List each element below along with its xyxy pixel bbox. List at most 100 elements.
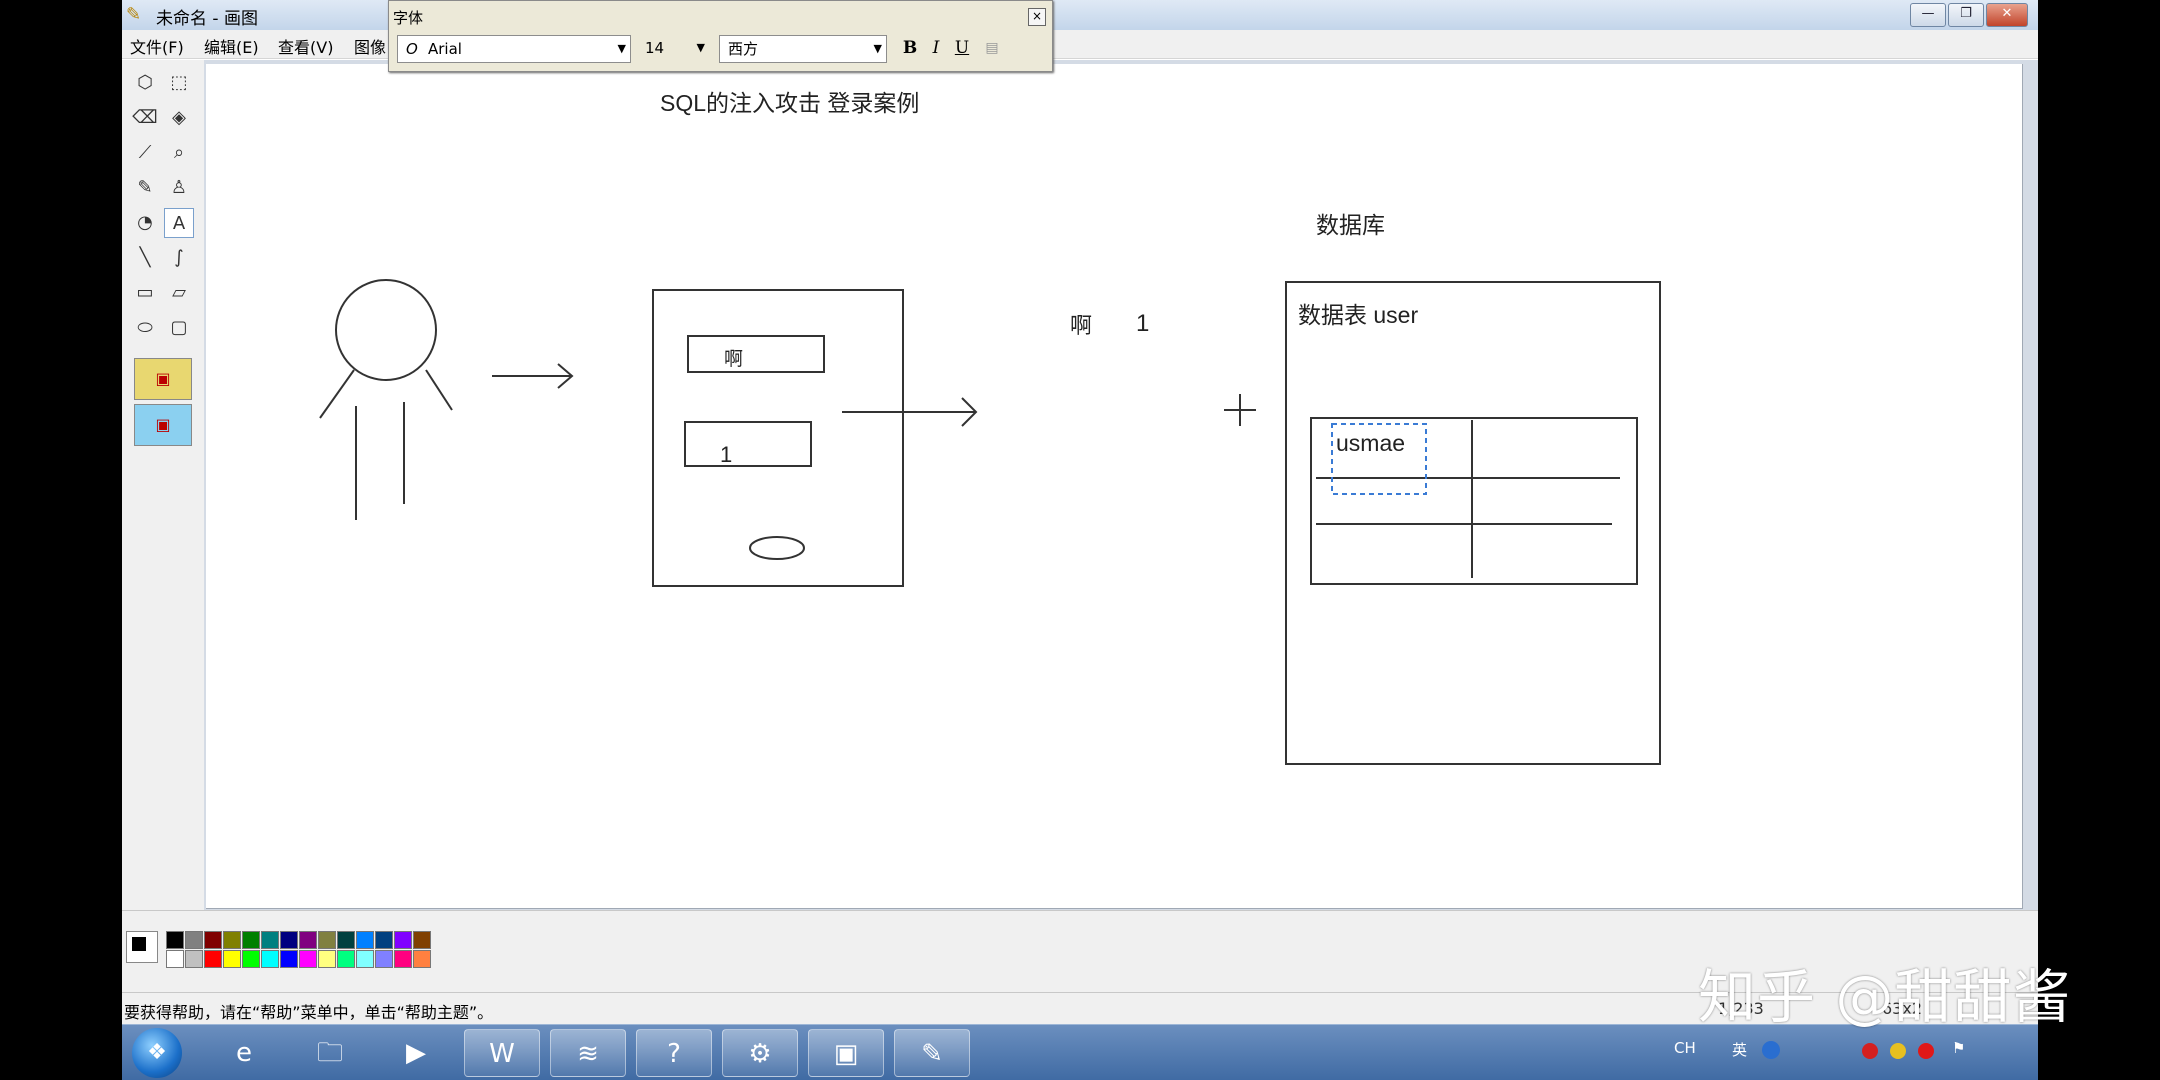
help-app-icon[interactable]: ? [636,1029,712,1077]
person-right-arm [425,369,453,411]
table-cell-text[interactable]: usmae [1336,430,1405,457]
palette-swatch[interactable] [375,950,393,968]
pencil-icon[interactable]: ✎ [130,173,160,203]
font-size-select[interactable]: 14 ▼ [637,35,709,61]
palette-swatch[interactable] [318,950,336,968]
palette-swatch[interactable] [394,950,412,968]
explorer-icon[interactable]: 🗀 [292,1029,368,1077]
menu-image[interactable]: 图像 [354,34,386,58]
person-head [335,279,437,381]
eraser-icon[interactable]: ⌫ [130,103,160,133]
dolphin-app-icon[interactable]: ≋ [550,1029,626,1077]
line-icon[interactable]: ╲ [130,243,160,273]
vertical-text-icon[interactable]: ▤ [981,37,1003,59]
font-name-select[interactable]: O Arial ▼ [397,35,631,63]
restore-button[interactable]: ❐ [1948,3,1984,27]
palette-swatch[interactable] [204,931,222,949]
palette-swatch[interactable] [223,950,241,968]
palette-swatch[interactable] [356,950,374,968]
font-toolbar: 字体 × O Arial ▼ 14 ▼ 西方 ▼ B I U ▤ [388,0,1053,72]
ellipse-icon[interactable]: ⬭ [130,313,160,343]
polygon-icon[interactable]: ⏥ [164,278,194,308]
brush-icon[interactable]: ♙ [164,173,194,203]
palette-swatch[interactable] [375,931,393,949]
sent-password-text: 1 [1136,310,1150,337]
palette-swatch[interactable] [242,950,260,968]
menu-view[interactable]: 查看(V) [278,34,333,58]
transparent-option-icon[interactable]: ▣ [134,358,192,400]
minimize-button[interactable]: — [1910,3,1946,27]
curve-icon[interactable]: ∫ [164,243,194,273]
paint-window: ✎ 未命名 - 画图 — ❐ ✕ 文件(F) 编辑(E) 查看(V) 图像 ⬡ ⬚… [122,0,2038,1080]
font-toolbar-close-button[interactable]: × [1028,8,1046,26]
text-icon[interactable]: A [164,208,194,238]
font-type-icon: O [406,40,418,58]
table-label: 数据表 user [1298,302,1419,328]
opaque-option-icon[interactable]: ▣ [134,404,192,446]
eyedropper-icon[interactable]: ⟋ [130,138,160,168]
palette-swatch[interactable] [299,931,317,949]
menu-edit[interactable]: 编辑(E) [204,34,259,58]
chevron-down-icon: ▼ [696,41,705,54]
palette-swatch[interactable] [185,931,203,949]
yellow-tray-icon[interactable] [1890,1043,1906,1059]
palette-swatch[interactable] [280,950,298,968]
database-label: 数据库 [1316,212,1385,238]
underline-button[interactable]: U [951,37,973,59]
flag-tray-icon[interactable]: ⚑ [1952,1039,1965,1057]
window-title: 未命名 - 画图 [156,9,258,29]
palette-swatch[interactable] [223,931,241,949]
close-button[interactable]: ✕ [1986,3,2028,27]
palette-swatch[interactable] [242,931,260,949]
tray-ime[interactable]: 英 [1732,1039,1747,1060]
username-input-box [687,335,825,373]
red-tray-icon[interactable] [1862,1043,1878,1059]
palette-swatch[interactable] [299,950,317,968]
record-tray-icon[interactable] [1918,1043,1934,1059]
paint-app-icon[interactable]: ✎ [894,1029,970,1077]
palette-swatch[interactable] [318,931,336,949]
help-tray-icon[interactable] [1762,1041,1780,1059]
rectangle-icon[interactable]: ▭ [130,278,160,308]
palette-swatch[interactable] [166,931,184,949]
palette-swatch[interactable] [185,950,203,968]
rect-select-icon[interactable]: ⬚ [164,68,194,98]
remote-desktop-icon[interactable]: ▣ [808,1029,884,1077]
font-size-value: 14 [645,39,665,57]
menu-file[interactable]: 文件(F) [130,34,184,58]
status-help-text: 要获得帮助，请在“帮助”菜单中，单击“帮助主题”。 [124,1003,494,1022]
font-name-value: Arial [428,40,462,58]
palette-swatch[interactable] [261,931,279,949]
palette-swatch[interactable] [337,931,355,949]
media-player-icon[interactable]: ▶ [378,1029,454,1077]
canvas-area: SQL的注入攻击 登录案例 数据库 数据表 user 啊 1 啊 1 usmae [204,60,2038,910]
settings-app-icon[interactable]: ⚙ [722,1029,798,1077]
font-script-select[interactable]: 西方 ▼ [719,35,887,63]
palette-swatch[interactable] [280,931,298,949]
drawing-svg [319,279,1661,765]
free-select-icon[interactable]: ⬡ [130,68,160,98]
airbrush-icon[interactable]: ◔ [130,208,160,238]
palette-swatch[interactable] [413,950,431,968]
sent-username-text: 啊 [1070,313,1093,338]
fill-bucket-icon[interactable]: ◈ [164,103,194,133]
palette-swatch[interactable] [337,950,355,968]
bold-button[interactable]: B [899,37,921,59]
ie-icon[interactable]: e [206,1029,282,1077]
current-colors[interactable] [126,931,158,963]
tray-language[interactable]: CH [1674,1039,1696,1057]
drawing-canvas[interactable]: SQL的注入攻击 登录案例 数据库 数据表 user 啊 1 啊 1 usmae [206,64,2023,909]
italic-button[interactable]: I [925,37,947,59]
canvas-heading: SQL的注入攻击 登录案例 [660,90,920,116]
palette-swatch[interactable] [204,950,222,968]
palette-swatch[interactable] [261,950,279,968]
palette-swatch[interactable] [356,931,374,949]
magnifier-icon[interactable]: ⌕ [164,138,194,168]
w-app-icon[interactable]: W [464,1029,540,1077]
palette-swatch[interactable] [166,950,184,968]
login-form-box [652,289,904,587]
palette-swatch[interactable] [413,931,431,949]
palette-swatch[interactable] [394,931,412,949]
rounded-rect-icon[interactable]: ▢ [164,313,194,343]
start-button[interactable]: ❖ [132,1028,182,1078]
